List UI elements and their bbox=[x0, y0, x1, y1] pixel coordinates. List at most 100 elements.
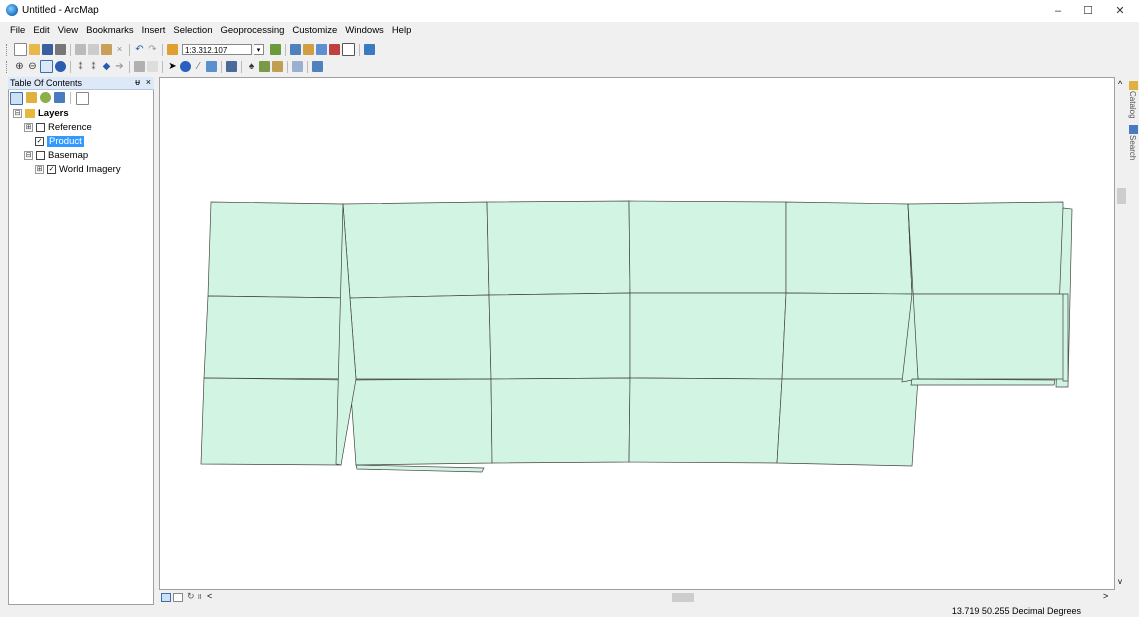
toolbar-grip[interactable] bbox=[6, 43, 10, 56]
catalog-icon[interactable] bbox=[303, 44, 314, 55]
layer-label-reference: Reference bbox=[48, 121, 92, 133]
menu-edit[interactable]: Edit bbox=[29, 22, 53, 39]
world-imagery-checkbox[interactable]: ✓ bbox=[47, 164, 56, 174]
horizontal-scroll-thumb[interactable] bbox=[672, 593, 694, 602]
cut-icon[interactable] bbox=[75, 44, 86, 55]
minimize-button[interactable]: – bbox=[1044, 3, 1072, 19]
clear-selection-icon[interactable] bbox=[147, 61, 158, 72]
find-icon[interactable]: ♠ bbox=[246, 61, 257, 72]
toolbar-grip[interactable] bbox=[6, 60, 10, 73]
full-extent-icon[interactable] bbox=[55, 61, 66, 72]
menu-bar: File Edit View Bookmarks Insert Selectio… bbox=[0, 22, 1139, 39]
copy-icon[interactable] bbox=[88, 44, 99, 55]
delete-icon[interactable]: × bbox=[114, 44, 125, 55]
fixed-zoom-out-icon[interactable]: ⁑ bbox=[88, 61, 99, 72]
identify-icon[interactable] bbox=[180, 61, 191, 72]
pan-icon[interactable] bbox=[40, 60, 53, 73]
toc-options-icon[interactable] bbox=[76, 92, 89, 105]
expand-icon[interactable]: ⊞ bbox=[35, 164, 44, 174]
list-by-drawing-order-icon[interactable] bbox=[10, 92, 23, 105]
list-by-selection-icon[interactable] bbox=[54, 92, 65, 103]
select-features-icon[interactable] bbox=[134, 61, 145, 72]
scroll-right-arrow[interactable]: > bbox=[1103, 591, 1108, 601]
menu-selection[interactable]: Selection bbox=[169, 22, 216, 39]
search-tab-icon[interactable] bbox=[1129, 125, 1138, 134]
menu-insert[interactable]: Insert bbox=[138, 22, 170, 39]
catalog-tab[interactable]: Catalog bbox=[1128, 91, 1137, 119]
collapse-icon[interactable]: ⊟ bbox=[24, 150, 33, 160]
layer-row-basemap[interactable]: ⊟ Basemap bbox=[13, 148, 151, 162]
search-tab[interactable]: Search bbox=[1128, 135, 1137, 160]
map-scale-input[interactable]: 1:3.312.107 bbox=[182, 44, 252, 55]
table-of-contents-icon[interactable] bbox=[290, 44, 301, 55]
save-icon[interactable] bbox=[42, 44, 53, 55]
product-footprint-polygon bbox=[488, 292, 631, 380]
product-checkbox[interactable]: ✓ bbox=[35, 136, 44, 146]
data-view-icon[interactable] bbox=[161, 593, 171, 602]
menu-file[interactable]: File bbox=[6, 22, 29, 39]
measure-icon[interactable] bbox=[226, 61, 237, 72]
expand-icon[interactable]: ⊞ bbox=[24, 122, 33, 132]
reference-checkbox[interactable] bbox=[36, 122, 45, 132]
editor-toolbar-icon[interactable] bbox=[270, 44, 281, 55]
scroll-left-arrow[interactable]: < bbox=[207, 591, 212, 601]
menu-help[interactable]: Help bbox=[388, 22, 416, 39]
menu-bookmarks[interactable]: Bookmarks bbox=[82, 22, 138, 39]
auto-hide-pin-icon[interactable]: ᵾ bbox=[135, 77, 140, 87]
layer-row-world-imagery[interactable]: ⊞ ✓ World Imagery bbox=[13, 162, 151, 176]
select-elements-icon[interactable]: ➤ bbox=[167, 61, 178, 72]
find-route-icon[interactable] bbox=[259, 61, 270, 72]
vertical-scrollbar[interactable]: ^ v bbox=[1115, 77, 1128, 590]
layer-row-product[interactable]: ✓ Product bbox=[13, 134, 151, 148]
redo-icon[interactable]: ↷ bbox=[147, 44, 158, 55]
toolbar-separator bbox=[287, 60, 288, 73]
zoom-in-icon[interactable]: ⊕ bbox=[14, 61, 25, 72]
undo-icon[interactable]: ↶ bbox=[134, 44, 145, 55]
forward-extent-icon[interactable]: ➔ bbox=[114, 61, 125, 72]
go-to-xy-icon[interactable] bbox=[272, 61, 283, 72]
close-button[interactable]: ✕ bbox=[1106, 3, 1134, 19]
paste-icon[interactable] bbox=[101, 44, 112, 55]
toc-close-icon[interactable]: × bbox=[146, 77, 151, 87]
html-popup-icon[interactable] bbox=[206, 61, 217, 72]
open-folder-icon[interactable] bbox=[29, 44, 40, 55]
scale-dropdown-icon[interactable]: ▾ bbox=[254, 44, 264, 55]
collapse-icon[interactable]: ⊟ bbox=[13, 108, 22, 118]
time-slider-icon[interactable] bbox=[292, 61, 303, 72]
refresh-icon[interactable]: ↻ bbox=[187, 591, 195, 602]
layer-tree: ⊟ Layers ⊞ Reference ✓ Product ⊟ Basemap… bbox=[13, 106, 151, 176]
product-footprint-polygon bbox=[776, 378, 919, 467]
layers-group-row[interactable]: ⊟ Layers bbox=[13, 106, 151, 120]
hyperlink-icon[interactable]: ⁄ bbox=[193, 61, 204, 72]
search-window-icon[interactable] bbox=[316, 44, 327, 55]
layer-row-reference[interactable]: ⊞ Reference bbox=[13, 120, 151, 134]
pause-drawing-icon[interactable]: ॥ bbox=[197, 591, 202, 602]
product-footprint-polygon bbox=[490, 377, 631, 464]
menu-customize[interactable]: Customize bbox=[288, 22, 341, 39]
back-extent-icon[interactable]: ◆ bbox=[101, 61, 112, 72]
scroll-down-arrow[interactable]: v bbox=[1118, 577, 1122, 586]
create-viewer-window-icon[interactable] bbox=[312, 61, 323, 72]
list-by-source-icon[interactable] bbox=[26, 92, 37, 103]
menu-windows[interactable]: Windows bbox=[341, 22, 388, 39]
python-window-icon[interactable] bbox=[342, 43, 355, 56]
new-document-icon[interactable] bbox=[14, 43, 27, 56]
maximize-button[interactable]: ☐ bbox=[1074, 3, 1102, 19]
menu-geoprocessing[interactable]: Geoprocessing bbox=[216, 22, 288, 39]
catalog-tab-icon[interactable] bbox=[1129, 81, 1138, 90]
fixed-zoom-in-icon[interactable]: ⁑ bbox=[75, 61, 86, 72]
basemap-checkbox[interactable] bbox=[36, 150, 45, 160]
arctoolbox-icon[interactable] bbox=[329, 44, 340, 55]
map-view[interactable] bbox=[159, 77, 1115, 590]
menu-view[interactable]: View bbox=[54, 22, 82, 39]
vertical-scroll-thumb[interactable] bbox=[1117, 188, 1126, 204]
list-by-visibility-icon[interactable] bbox=[40, 92, 51, 103]
scroll-up-arrow[interactable]: ^ bbox=[1118, 79, 1122, 89]
layout-view-icon[interactable] bbox=[173, 593, 183, 602]
add-data-icon[interactable] bbox=[167, 44, 178, 55]
horizontal-scrollbar[interactable]: ↻ ॥ < > bbox=[159, 590, 1115, 604]
zoom-out-icon[interactable]: ⊖ bbox=[27, 61, 38, 72]
modelbuilder-icon[interactable] bbox=[364, 44, 375, 55]
arcmap-app-icon bbox=[6, 4, 18, 16]
print-icon[interactable] bbox=[55, 44, 66, 55]
